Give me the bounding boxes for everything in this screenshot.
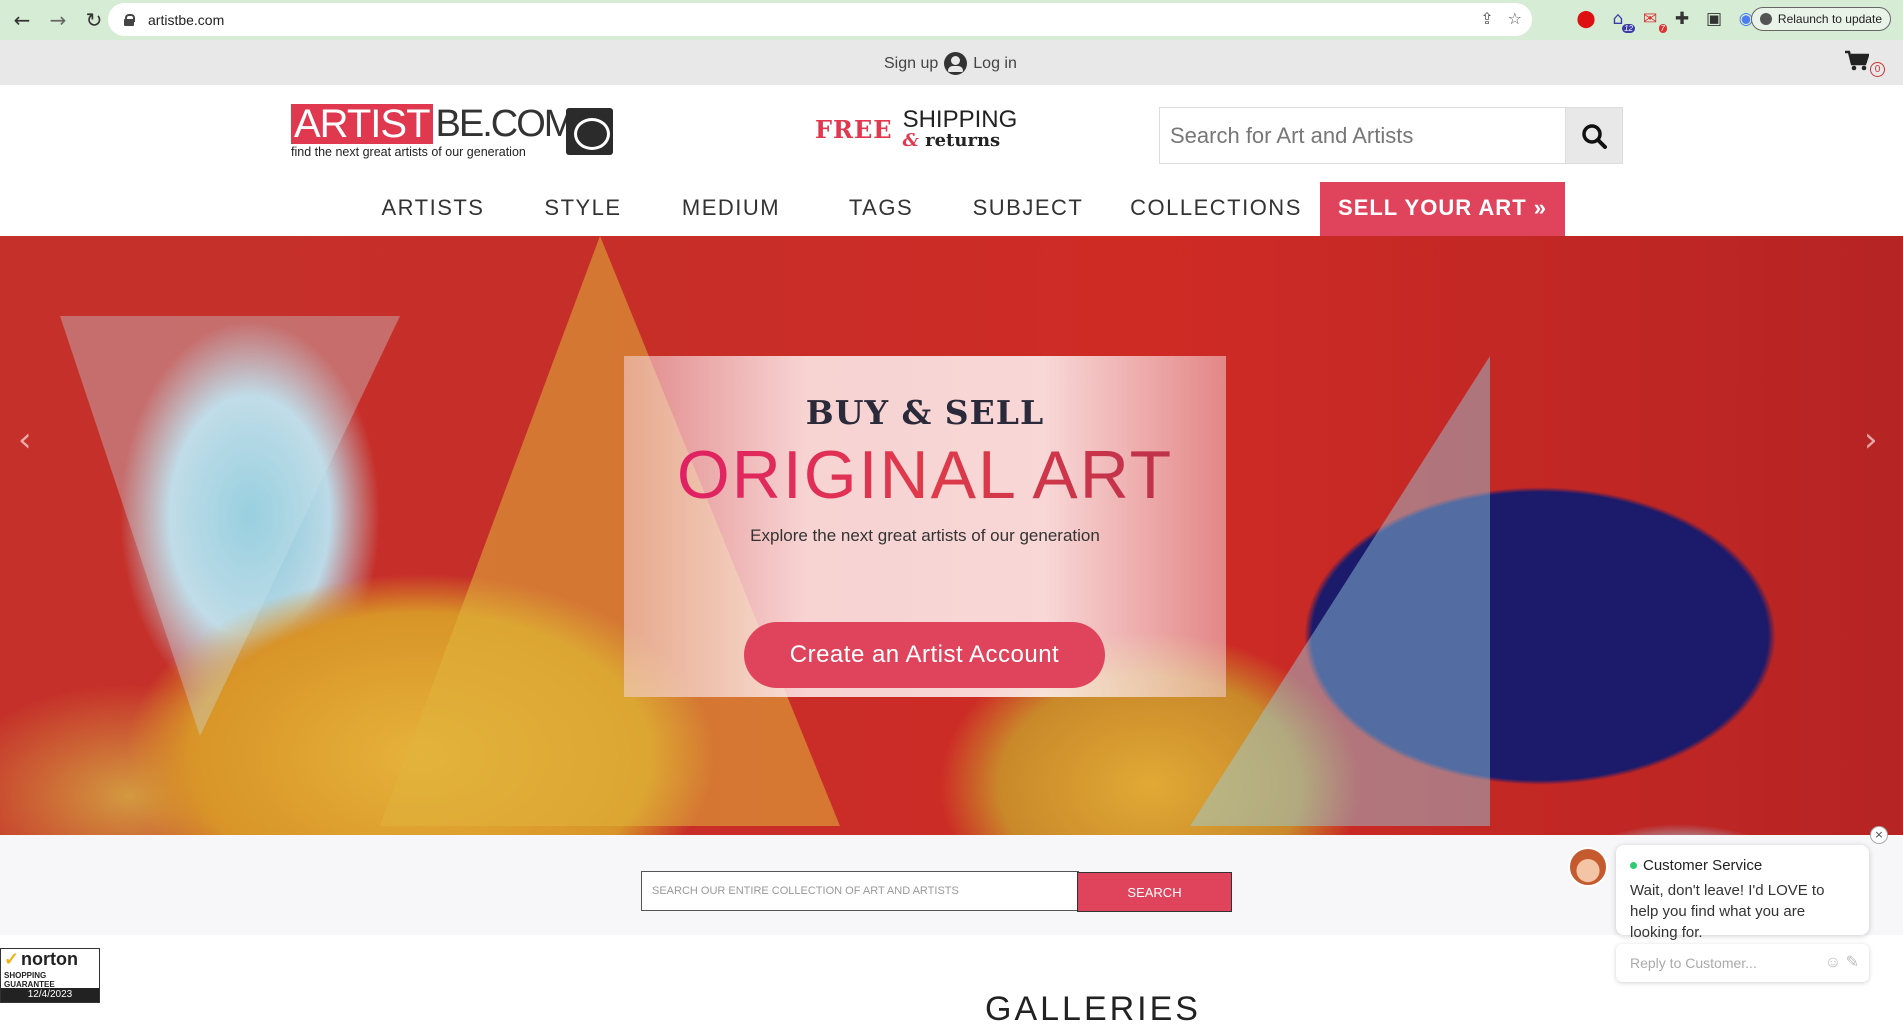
cart-icon xyxy=(1845,50,1869,71)
shipping-title: SHIPPING xyxy=(902,106,1018,133)
forward-icon[interactable]: → xyxy=(44,6,72,34)
bookmark-star-icon[interactable]: ☆ xyxy=(1508,9,1522,28)
address-bar[interactable]: artistbe.com ⇪ ☆ xyxy=(108,3,1532,36)
norton-guarantee: SHOPPING GUARANTEE xyxy=(4,971,55,989)
signup-link[interactable]: Sign up xyxy=(884,55,938,73)
gmail-badge: 7 xyxy=(1658,24,1667,33)
norton-badge[interactable]: norton SHOPPING GUARANTEE 12/4/2023 xyxy=(0,948,100,1003)
share-icon[interactable]: ⇪ xyxy=(1480,9,1493,28)
header-search xyxy=(1159,107,1623,164)
chat-title: Customer Service xyxy=(1643,857,1763,874)
emoji-icon[interactable]: ☺ xyxy=(1825,954,1841,971)
menu-tags[interactable]: TAGS xyxy=(826,182,936,236)
logo-tagline: find the next great artists of our gener… xyxy=(291,145,526,159)
extension-badge: 12 xyxy=(1622,24,1635,33)
opera-icon[interactable]: ⬤ xyxy=(1575,9,1597,29)
menu-subject[interactable]: SUBJECT xyxy=(963,182,1093,236)
search-button[interactable] xyxy=(1565,107,1623,164)
hero-kicker: BUY & SELL xyxy=(805,393,1045,432)
shipping-returns: returns xyxy=(925,130,1001,151)
main-menu: ARTISTS STYLE MEDIUM TAGS SUBJECT COLLEC… xyxy=(0,182,1903,236)
account-bar: Sign up Log in 0 xyxy=(0,40,1903,85)
puzzle-icon[interactable]: ✚ xyxy=(1671,9,1693,29)
menu-artists[interactable]: ARTISTS xyxy=(370,182,496,236)
hero-subtitle: Explore the next great artists of our ge… xyxy=(750,526,1100,545)
site-logo[interactable]: ARTIST BE.COM find the next great artist… xyxy=(291,104,613,160)
reload-icon[interactable]: ↻ xyxy=(80,6,108,34)
collection-search-button[interactable]: SEARCH xyxy=(1077,872,1232,912)
chat-message-bubble[interactable]: Customer Service Wait, don't leave! I'd … xyxy=(1616,845,1869,941)
cart-button[interactable]: 0 xyxy=(1845,50,1885,77)
create-artist-account-button[interactable]: Create an Artist Account xyxy=(744,622,1105,688)
user-icon xyxy=(944,52,968,75)
attach-icon[interactable]: ✎ xyxy=(1846,954,1859,971)
chat-message: Wait, don't leave! I'd LOVE to help you … xyxy=(1630,882,1825,941)
shipping-promo: FREE SHIPPING & returns xyxy=(815,104,1017,154)
shipping-amp: & xyxy=(902,130,919,151)
back-icon[interactable]: ← xyxy=(8,6,36,34)
hero-art-shape xyxy=(1190,356,1490,826)
hero-banner: ‹ › BUY & SELL ORIGINAL ART Explore the … xyxy=(0,236,1903,835)
norton-date: 12/4/2023 xyxy=(1,988,99,1002)
login-link[interactable]: Log in xyxy=(973,55,1017,73)
galleries-heading: GALLERIES xyxy=(985,990,1201,1028)
hero-title: ORIGINAL ART xyxy=(624,436,1226,514)
logo-artist-text: ARTIST xyxy=(291,104,433,144)
hero-art-shape xyxy=(60,316,400,736)
hero-next-arrow[interactable]: › xyxy=(1864,420,1878,460)
menu-collections[interactable]: COLLECTIONS xyxy=(1124,182,1308,236)
chat-reply-placeholder: Reply to Customer... xyxy=(1630,955,1757,971)
search-icon xyxy=(1582,123,1607,149)
hero-panel: BUY & SELL ORIGINAL ART Explore the next… xyxy=(624,356,1226,697)
hero-prev-arrow[interactable]: ‹ xyxy=(18,420,32,460)
logo-emblem-icon xyxy=(566,108,613,155)
url-text[interactable]: artistbe.com xyxy=(148,12,224,28)
auth-links: Sign up Log in xyxy=(884,52,1017,75)
chat-close-icon[interactable]: × xyxy=(1870,826,1888,844)
chat-reply-input[interactable]: Reply to Customer... ☺ ✎ xyxy=(1616,944,1869,982)
search-input[interactable] xyxy=(1159,107,1565,164)
browser-toolbar: ← → ↻ artistbe.com ⇪ ☆ ⬤ ⌂ 12 ✉ 7 ✚ ▣ ◉ Re… xyxy=(0,0,1903,40)
extension-house-icon[interactable]: ⌂ 12 xyxy=(1607,9,1635,33)
shipping-free-text: FREE xyxy=(815,114,893,144)
online-status-icon xyxy=(1630,862,1637,869)
menu-style[interactable]: STYLE xyxy=(525,182,641,236)
collection-search-input[interactable]: SEARCH OUR ENTIRE COLLECTION OF ART AND … xyxy=(641,871,1079,911)
gmail-icon[interactable]: ✉ 7 xyxy=(1639,9,1667,33)
relaunch-button[interactable]: Relaunch to update xyxy=(1750,7,1891,31)
lock-icon[interactable] xyxy=(124,13,135,26)
norton-brand: norton xyxy=(1,949,99,969)
extensions-bar: ⬤ ⌂ 12 ✉ 7 ✚ ▣ ◉ xyxy=(1575,6,1757,33)
menu-medium[interactable]: MEDIUM xyxy=(670,182,792,236)
chat-avatar[interactable] xyxy=(1568,847,1608,887)
sidepanel-icon[interactable]: ▣ xyxy=(1703,9,1725,29)
sell-your-art-button[interactable]: SELL YOUR ART » xyxy=(1320,182,1565,236)
logo-domain-text: BE.COM xyxy=(435,103,576,145)
cart-count-badge: 0 xyxy=(1870,62,1885,77)
